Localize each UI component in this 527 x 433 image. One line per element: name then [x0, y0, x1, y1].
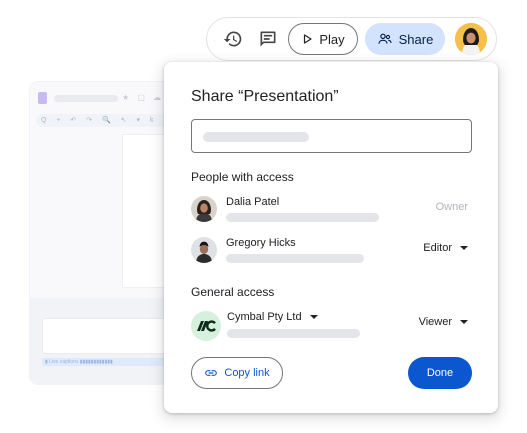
play-label: Play: [319, 31, 345, 47]
avatar: [191, 196, 217, 222]
share-label: Share: [398, 31, 434, 47]
dialog-title: Share “Presentation”: [191, 88, 339, 105]
done-label: Done: [426, 367, 454, 379]
slides-doc-icon: [38, 92, 47, 104]
live-captions-bar: ▮ Live captions ▮▮▮▮▮▮▮▮▮▮▮▮: [42, 358, 180, 366]
doc-title-icons: ★ ▢ ☁: [122, 93, 165, 102]
people-with-access-heading: People with access: [191, 170, 294, 184]
people-icon: [378, 33, 392, 44]
person-name: Gregory Hicks: [226, 237, 296, 249]
owner-role: Owner: [435, 201, 468, 213]
input-placeholder: [203, 132, 309, 142]
dropdown-arrow-icon: [309, 315, 318, 319]
background-slides-app: ★ ▢ ☁ Q + ↶ ↷ 🔍 ↖ ▾ k ▤ ¶ ▮ Live caption…: [30, 82, 182, 384]
editor-role-dropdown[interactable]: Editor: [423, 242, 468, 254]
link-icon: [205, 370, 218, 376]
play-button[interactable]: Play: [288, 23, 358, 55]
org-access-dropdown[interactable]: Cymbal Pty Ltd: [227, 311, 318, 323]
email-placeholder: [226, 254, 364, 263]
org-name: Cymbal Pty Ltd: [227, 311, 302, 323]
person-row-editor: Gregory Hicks Editor: [191, 237, 472, 271]
history-icon[interactable]: [222, 28, 244, 50]
email-placeholder: [226, 213, 379, 222]
copy-link-button[interactable]: Copy link: [191, 357, 283, 389]
general-access-row: Cymbal Pty Ltd Viewer: [191, 311, 472, 345]
share-dialog: Share “Presentation” People with access …: [164, 62, 498, 413]
person-row-owner: Dalia Patel Owner: [191, 196, 472, 230]
top-toolbar: Play Share: [206, 17, 497, 61]
share-button[interactable]: Share: [365, 23, 445, 55]
user-avatar[interactable]: [455, 23, 487, 55]
editor-toolbar: Q + ↶ ↷ 🔍 ↖ ▾ k ▤ ¶: [36, 114, 174, 127]
done-button[interactable]: Done: [408, 357, 472, 389]
copy-link-label: Copy link: [224, 367, 270, 379]
general-access-heading: General access: [191, 285, 275, 299]
speaker-notes: [42, 318, 182, 354]
dropdown-arrow-icon: [460, 320, 468, 324]
dropdown-arrow-icon: [460, 246, 468, 250]
comments-icon[interactable]: [257, 28, 279, 50]
play-icon: [304, 34, 312, 44]
role-label: Viewer: [418, 316, 452, 328]
viewer-role-dropdown[interactable]: Viewer: [419, 316, 468, 328]
access-description-placeholder: [227, 329, 360, 338]
cymbal-logo-icon: [191, 311, 221, 341]
doc-title-placeholder: [54, 95, 118, 102]
role-label: Editor: [423, 242, 452, 254]
person-name: Dalia Patel: [226, 196, 280, 208]
add-people-input[interactable]: [191, 119, 472, 153]
avatar: [191, 237, 217, 263]
